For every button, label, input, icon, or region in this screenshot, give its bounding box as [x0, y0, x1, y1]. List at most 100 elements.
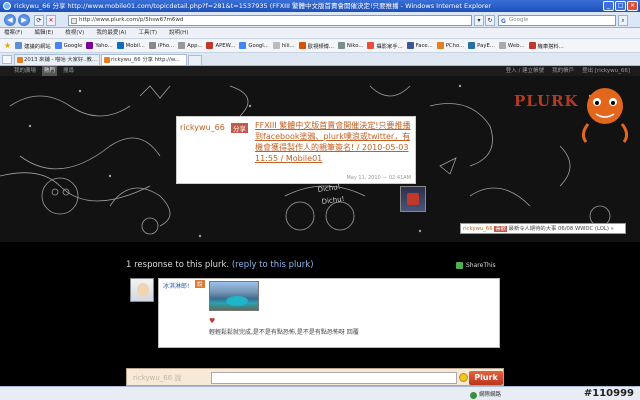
- heart-icon: ♥: [209, 317, 216, 325]
- fav-item[interactable]: App...: [178, 42, 202, 49]
- address-url: http://www.plurk.com/p/5hsw67m6wd: [79, 17, 184, 23]
- fav-item[interactable]: Web...: [498, 42, 525, 49]
- site-icon: [206, 42, 214, 49]
- fav-item[interactable]: 攝影家手...: [367, 42, 403, 50]
- site-icon: [468, 42, 476, 49]
- site-icon: [272, 42, 280, 49]
- response-count: 1 response to this plurk.: [126, 260, 230, 270]
- favorites-star-icon[interactable]: ★: [4, 41, 11, 50]
- avatar-image: [407, 193, 419, 205]
- address-input[interactable]: http://www.plurk.com/p/5hsw67m6wd: [68, 15, 472, 26]
- fav-item[interactable]: PCho...: [436, 42, 464, 49]
- responder-name[interactable]: 冰淇淋郎!: [163, 281, 189, 290]
- new-tab-button[interactable]: [188, 55, 202, 65]
- responder-avatar[interactable]: [130, 278, 154, 302]
- site-icon: [436, 42, 444, 49]
- fav-item[interactable]: Yaho...: [86, 42, 113, 49]
- zone-label: 網際網路: [479, 392, 502, 398]
- share-icon: [456, 262, 463, 269]
- fav-item[interactable]: APEW...: [206, 42, 235, 49]
- nav-logout[interactable]: 登出 [rickywu_66]: [582, 66, 630, 76]
- fav-item[interactable]: Mobil...: [116, 42, 145, 49]
- plurk-author[interactable]: rickywu_66: [180, 123, 225, 132]
- window-controls: _ □ ×: [603, 1, 638, 11]
- tab-site-icon: [17, 57, 23, 63]
- menu-tools[interactable]: 工具(T): [138, 28, 157, 38]
- recent-plurk[interactable]: rickywu_66 喜歡 最新令人期待的大事 06/08 WWDC (LOL)…: [460, 223, 626, 234]
- fav-item[interactable]: 建議的網站: [15, 42, 51, 50]
- fav-label: 攝影家手...: [376, 43, 403, 50]
- fav-label: Google: [63, 42, 83, 49]
- close-button[interactable]: ×: [627, 1, 638, 11]
- plurk-submit-button[interactable]: Plurk: [469, 371, 503, 385]
- menu-view[interactable]: 檢視(V): [65, 28, 84, 38]
- fav-label: Yaho...: [95, 42, 113, 49]
- svg-text:Dichu!: Dichu!: [321, 195, 345, 206]
- tab-site-icon: [104, 57, 110, 63]
- fav-item[interactable]: Google: [54, 42, 83, 49]
- plurk-timestamp: May 11, 2010 — 02:41AM: [346, 175, 411, 181]
- menu-help[interactable]: 說明(H): [169, 28, 188, 38]
- reply-author-ghost: rickywu_66 說: [133, 374, 182, 382]
- site-icon: [86, 42, 94, 49]
- fav-item[interactable]: 歐視頻博...: [298, 42, 334, 50]
- fav-label: Web...: [507, 42, 525, 49]
- response-bubble: 冰淇淋郎! 說 ♥ 輕輕鬆鬆就完成,是不是有點恐怖,是不是有點恐怖呀 回覆: [158, 278, 500, 348]
- site-icon: [298, 42, 306, 49]
- plurk-logo[interactable]: PLURK: [514, 92, 579, 110]
- fav-item[interactable]: Niko...: [337, 42, 364, 49]
- back-button[interactable]: ◀: [4, 14, 16, 26]
- minimize-button[interactable]: _: [603, 1, 614, 11]
- fav-label: iPho...: [157, 42, 175, 49]
- response-photo[interactable]: [209, 281, 259, 311]
- menu-favorites[interactable]: 我的最愛(A): [96, 28, 126, 38]
- nav-my-plaza[interactable]: 我的廣場: [14, 66, 36, 76]
- fav-item[interactable]: iPho...: [148, 42, 175, 49]
- menu-edit[interactable]: 編輯(E): [34, 28, 53, 38]
- refresh-icon[interactable]: ⟳: [34, 15, 44, 26]
- fav-item[interactable]: Face...: [406, 42, 433, 49]
- nav-hot[interactable]: 熱門: [42, 66, 58, 76]
- emoticon-icon[interactable]: [459, 373, 468, 382]
- fav-item[interactable]: PayE...: [468, 42, 495, 49]
- menu-file[interactable]: 檔案(F): [4, 28, 22, 38]
- fav-label: Niko...: [346, 42, 364, 49]
- sharethis-button[interactable]: ShareThis: [456, 262, 496, 269]
- web-page: Dichu! Dichu! 我的廣場 熱門 搜尋 登入 / 建立帳號 我的帳戶: [0, 66, 640, 386]
- lake-shape: [226, 296, 248, 306]
- fav-label: Googl...: [248, 42, 269, 49]
- tab-plurk[interactable]: rickywu_66 分享 http://w...: [101, 54, 187, 65]
- nav-account[interactable]: 我的帳戶: [552, 66, 574, 76]
- fav-label: Mobil...: [125, 42, 145, 49]
- response-text: 輕輕鬆鬆就完成,是不是有點恐怖,是不是有點恐怖呀 回覆: [209, 329, 359, 336]
- search-icon[interactable]: ⌕: [618, 15, 628, 26]
- plurk-content-link[interactable]: FFXIII 繁體中文版首賣會開催決定!只要推播到facebook塗鴉、plur…: [255, 120, 413, 164]
- search-input[interactable]: G Google: [498, 15, 616, 26]
- fav-label: 建議的網站: [24, 43, 51, 50]
- site-icon: [367, 42, 375, 49]
- stop-icon[interactable]: ✕: [46, 15, 56, 26]
- fav-label: Face...: [415, 42, 433, 49]
- nav-login[interactable]: 登入 / 建立帳號: [506, 66, 544, 76]
- tab-browser[interactable]: 2013 來鋪 - 喵咕 大家好..教...: [14, 54, 100, 65]
- fav-item[interactable]: 機車搭料...: [528, 42, 564, 50]
- ie-icon: [3, 2, 11, 10]
- reply-input[interactable]: [211, 372, 457, 384]
- sharethis-label: ShareThis: [466, 262, 496, 269]
- refresh-address-icon[interactable]: ↻: [485, 15, 495, 26]
- nav-search[interactable]: 搜尋: [63, 66, 74, 76]
- maximize-button[interactable]: □: [615, 1, 626, 11]
- site-icon: [148, 42, 156, 49]
- fav-label: APEW...: [215, 42, 236, 49]
- fav-item[interactable]: hiii...: [272, 42, 295, 49]
- fav-label: hiii...: [281, 42, 295, 49]
- reply-link[interactable]: (reply to this plurk): [232, 260, 314, 270]
- author-avatar[interactable]: [400, 186, 426, 212]
- address-dropdown-icon[interactable]: ▾: [474, 15, 484, 26]
- fav-item[interactable]: Googl...: [239, 42, 269, 49]
- quick-tabs-icon[interactable]: [2, 55, 12, 64]
- watermark-text: #110999: [583, 388, 634, 399]
- favorites-bar: ★ 建議的網站 Google Yaho... Mobil... iPho... …: [0, 39, 640, 53]
- forward-button[interactable]: ▶: [18, 14, 30, 26]
- site-icon: [116, 42, 124, 49]
